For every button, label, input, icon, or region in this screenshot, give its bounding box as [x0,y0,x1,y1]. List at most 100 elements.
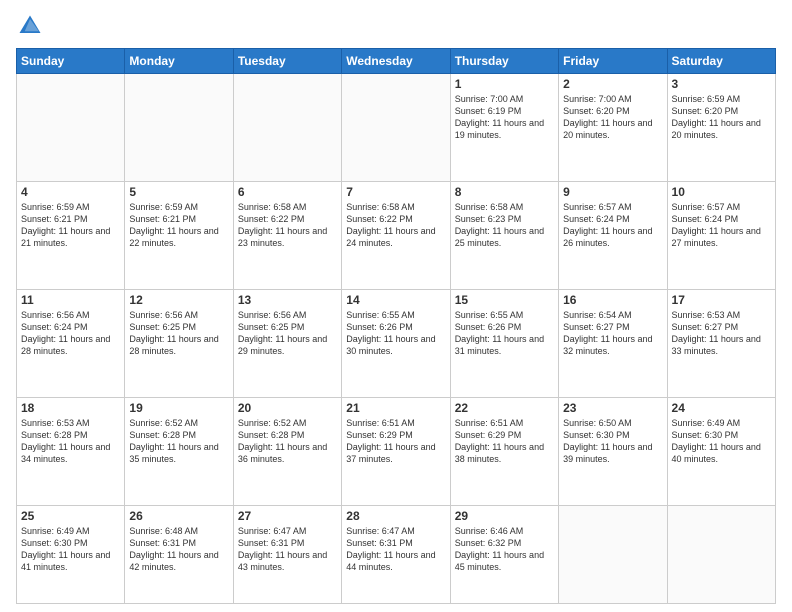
header [16,12,776,40]
day-info: Sunrise: 6:51 AM Sunset: 6:29 PM Dayligh… [346,417,445,466]
calendar-cell: 4 Sunrise: 6:59 AM Sunset: 6:21 PM Daylig… [17,181,125,289]
day-info: Sunrise: 7:00 AM Sunset: 6:19 PM Dayligh… [455,93,554,142]
day-number: 17 [672,293,771,307]
day-number: 2 [563,77,662,91]
calendar-cell: 28 Sunrise: 6:47 AM Sunset: 6:31 PM Dayli… [342,505,450,603]
calendar-table: SundayMondayTuesdayWednesdayThursdayFrid… [16,48,776,604]
day-number: 16 [563,293,662,307]
calendar-cell: 27 Sunrise: 6:47 AM Sunset: 6:31 PM Dayli… [233,505,341,603]
day-info: Sunrise: 6:52 AM Sunset: 6:28 PM Dayligh… [129,417,228,466]
day-info: Sunrise: 6:53 AM Sunset: 6:27 PM Dayligh… [672,309,771,358]
day-number: 5 [129,185,228,199]
calendar-cell [125,74,233,182]
calendar-cell: 8 Sunrise: 6:58 AM Sunset: 6:23 PM Daylig… [450,181,558,289]
day-info: Sunrise: 6:55 AM Sunset: 6:26 PM Dayligh… [455,309,554,358]
day-number: 1 [455,77,554,91]
day-info: Sunrise: 6:59 AM Sunset: 6:21 PM Dayligh… [129,201,228,250]
week-row-1: 4 Sunrise: 6:59 AM Sunset: 6:21 PM Daylig… [17,181,776,289]
calendar-cell: 2 Sunrise: 7:00 AM Sunset: 6:20 PM Daylig… [559,74,667,182]
calendar-cell: 26Sunrise: 6:48 AM Sunset: 6:31 PM Dayli… [125,505,233,603]
day-info: Sunrise: 6:54 AM Sunset: 6:27 PM Dayligh… [563,309,662,358]
calendar-cell: 20 Sunrise: 6:52 AM Sunset: 6:28 PM Dayli… [233,397,341,505]
day-info: Sunrise: 6:51 AM Sunset: 6:29 PM Dayligh… [455,417,554,466]
day-number: 20 [238,401,337,415]
day-info: Sunrise: 6:56 AM Sunset: 6:25 PM Dayligh… [238,309,337,358]
calendar-cell: 19 Sunrise: 6:52 AM Sunset: 6:28 PM Dayli… [125,397,233,505]
calendar-cell: 25 Sunrise: 6:49 AM Sunset: 6:30 PM Dayli… [17,505,125,603]
calendar-cell [17,74,125,182]
day-number: 14 [346,293,445,307]
day-info: Sunrise: 6:57 AM Sunset: 6:24 PM Dayligh… [563,201,662,250]
day-number: 25 [21,509,120,523]
calendar-cell: 6 Sunrise: 6:58 AM Sunset: 6:22 PM Daylig… [233,181,341,289]
calendar-cell: 17 Sunrise: 6:53 AM Sunset: 6:27 PM Dayli… [667,289,775,397]
week-row-2: 11 Sunrise: 6:56 AM Sunset: 6:24 PM Dayli… [17,289,776,397]
calendar-cell: 3 Sunrise: 6:59 AM Sunset: 6:20 PM Daylig… [667,74,775,182]
calendar-cell [559,505,667,603]
day-number: 24 [672,401,771,415]
day-number: 12 [129,293,228,307]
calendar-cell: 9 Sunrise: 6:57 AM Sunset: 6:24 PM Daylig… [559,181,667,289]
day-info: Sunrise: 6:58 AM Sunset: 6:22 PM Dayligh… [238,201,337,250]
weekday-header-row: SundayMondayTuesdayWednesdayThursdayFrid… [17,49,776,74]
calendar-cell: 21 Sunrise: 6:51 AM Sunset: 6:29 PM Dayli… [342,397,450,505]
day-info: Sunrise: 6:46 AM Sunset: 6:32 PM Dayligh… [455,525,554,574]
weekday-tuesday: Tuesday [233,49,341,74]
day-number: 28 [346,509,445,523]
day-number: 9 [563,185,662,199]
day-number: 19 [129,401,228,415]
week-row-4: 25 Sunrise: 6:49 AM Sunset: 6:30 PM Dayli… [17,505,776,603]
day-number: 8 [455,185,554,199]
calendar-cell [667,505,775,603]
day-info: Sunrise: 6:59 AM Sunset: 6:21 PM Dayligh… [21,201,120,250]
day-number: 27 [238,509,337,523]
weekday-thursday: Thursday [450,49,558,74]
calendar-cell: 29 Sunrise: 6:46 AM Sunset: 6:32 PM Dayli… [450,505,558,603]
day-number: 23 [563,401,662,415]
day-number: 22 [455,401,554,415]
day-info: Sunrise: 6:47 AM Sunset: 6:31 PM Dayligh… [346,525,445,574]
day-number: 13 [238,293,337,307]
weekday-wednesday: Wednesday [342,49,450,74]
day-info: Sunrise: 6:55 AM Sunset: 6:26 PM Dayligh… [346,309,445,358]
calendar-cell: 10Sunrise: 6:57 AM Sunset: 6:24 PM Dayli… [667,181,775,289]
day-info: Sunrise: 6:50 AM Sunset: 6:30 PM Dayligh… [563,417,662,466]
calendar-cell: 14 Sunrise: 6:55 AM Sunset: 6:26 PM Dayli… [342,289,450,397]
calendar-cell: 22 Sunrise: 6:51 AM Sunset: 6:29 PM Dayli… [450,397,558,505]
day-number: 18 [21,401,120,415]
day-number: 4 [21,185,120,199]
calendar-cell: 1 Sunrise: 7:00 AM Sunset: 6:19 PM Daylig… [450,74,558,182]
day-number: 3 [672,77,771,91]
day-number: 29 [455,509,554,523]
calendar-cell: 7Sunrise: 6:58 AM Sunset: 6:22 PM Daylig… [342,181,450,289]
day-number: 6 [238,185,337,199]
day-info: Sunrise: 6:59 AM Sunset: 6:20 PM Dayligh… [672,93,771,142]
day-info: Sunrise: 6:58 AM Sunset: 6:23 PM Dayligh… [455,201,554,250]
calendar-cell: 18 Sunrise: 6:53 AM Sunset: 6:28 PM Dayli… [17,397,125,505]
day-number: 21 [346,401,445,415]
day-number: 11 [21,293,120,307]
calendar-cell [342,74,450,182]
week-row-0: 1 Sunrise: 7:00 AM Sunset: 6:19 PM Daylig… [17,74,776,182]
day-info: Sunrise: 7:00 AM Sunset: 6:20 PM Dayligh… [563,93,662,142]
day-info: Sunrise: 6:49 AM Sunset: 6:30 PM Dayligh… [21,525,120,574]
calendar-cell: 23 Sunrise: 6:50 AM Sunset: 6:30 PM Dayli… [559,397,667,505]
logo [16,12,48,40]
day-info: Sunrise: 6:52 AM Sunset: 6:28 PM Dayligh… [238,417,337,466]
calendar-cell: 24 Sunrise: 6:49 AM Sunset: 6:30 PM Dayli… [667,397,775,505]
calendar-cell: 13 Sunrise: 6:56 AM Sunset: 6:25 PM Dayli… [233,289,341,397]
page: SundayMondayTuesdayWednesdayThursdayFrid… [0,0,792,612]
day-info: Sunrise: 6:53 AM Sunset: 6:28 PM Dayligh… [21,417,120,466]
weekday-monday: Monday [125,49,233,74]
weekday-saturday: Saturday [667,49,775,74]
day-number: 10 [672,185,771,199]
day-info: Sunrise: 6:56 AM Sunset: 6:24 PM Dayligh… [21,309,120,358]
calendar-cell: 16 Sunrise: 6:54 AM Sunset: 6:27 PM Dayli… [559,289,667,397]
day-number: 15 [455,293,554,307]
day-info: Sunrise: 6:47 AM Sunset: 6:31 PM Dayligh… [238,525,337,574]
week-row-3: 18 Sunrise: 6:53 AM Sunset: 6:28 PM Dayli… [17,397,776,505]
calendar-cell: 5 Sunrise: 6:59 AM Sunset: 6:21 PM Daylig… [125,181,233,289]
day-info: Sunrise: 6:49 AM Sunset: 6:30 PM Dayligh… [672,417,771,466]
calendar-cell: 15 Sunrise: 6:55 AM Sunset: 6:26 PM Dayli… [450,289,558,397]
day-number: 26 [129,509,228,523]
